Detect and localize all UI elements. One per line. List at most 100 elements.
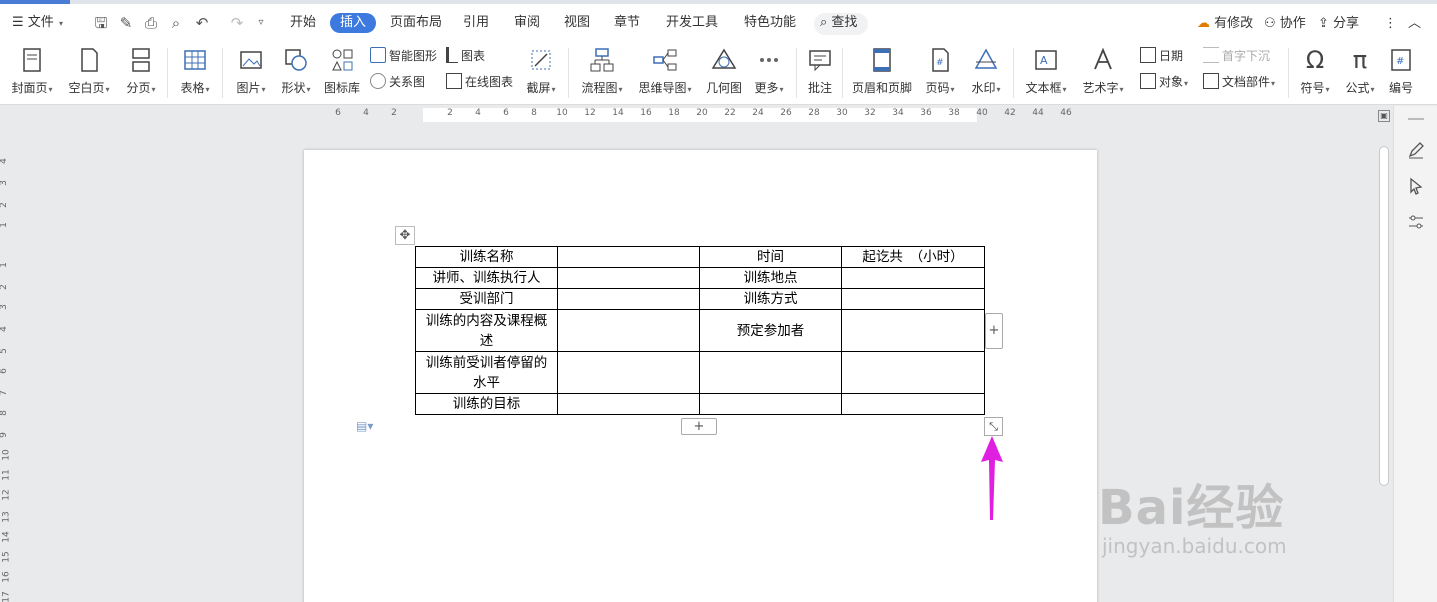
tab-page-layout[interactable]: 页面布局 [390, 13, 442, 33]
more-options-icon[interactable]: ⋮ [1384, 14, 1397, 34]
format-painter-icon[interactable]: ✎ [117, 14, 135, 32]
horizontal-ruler[interactable]: 6 4 2 2 4 6 8 10 12 14 16 18 20 22 24 26… [320, 106, 1100, 122]
table-cell[interactable]: 训练的内容及课程概述 [415, 309, 558, 352]
cover-page-button[interactable]: 封面页▾ [8, 44, 56, 102]
table-cell[interactable]: 训练地点 [699, 267, 842, 289]
table-row: 训练名称 时间 起讫共 （小时） [415, 246, 985, 268]
date-button[interactable]: 日期 [1140, 46, 1183, 66]
comment-button[interactable]: 批注 [804, 44, 836, 102]
more-button[interactable]: 更多▾ [750, 44, 788, 102]
tab-insert[interactable]: 插入 [330, 13, 377, 33]
table-cell[interactable]: 训练方式 [699, 288, 842, 310]
pi-icon: π [1352, 46, 1368, 74]
tab-view[interactable]: 视图 [564, 13, 590, 33]
table-cell[interactable]: 训练前受训者停留的水平 [415, 351, 558, 394]
modified-button[interactable]: ☁ 有修改 [1197, 14, 1253, 34]
object-button[interactable]: 对象▾ [1140, 72, 1188, 92]
table-cell[interactable]: 训练的目标 [415, 393, 558, 415]
redo-icon[interactable]: ↷ [228, 14, 246, 32]
table-cell[interactable] [841, 351, 985, 394]
textbox-label: 文本框 [1025, 81, 1062, 95]
add-column-button[interactable]: + [985, 313, 1003, 349]
tab-section[interactable]: 章节 [614, 13, 640, 33]
picture-button[interactable]: 图片▾ [232, 44, 270, 102]
print-icon[interactable]: ⎙ [142, 14, 160, 32]
table-cell[interactable] [557, 393, 700, 415]
screenshot-label: 截屏 [526, 81, 551, 95]
wordart-button[interactable]: 艺术字▾ [1078, 44, 1128, 102]
table-move-handle-icon[interactable]: ✥ [395, 226, 415, 245]
pen-icon[interactable] [1406, 140, 1426, 160]
table-cell[interactable]: 起讫共 （小时） [841, 246, 985, 268]
shape-button[interactable]: 形状▾ [277, 44, 315, 102]
table-cell[interactable] [557, 267, 700, 289]
drop-cap-button[interactable]: 首字下沉 [1203, 46, 1270, 66]
doc-parts-button[interactable]: 文档部件▾ [1203, 72, 1275, 92]
vertical-ruler[interactable]: 4 3 2 1 1 2 3 4 5 6 7 8 9 10 11 12 13 14… [0, 112, 12, 602]
numbering-button[interactable]: # 编号 [1385, 44, 1417, 102]
file-menu-label: 文件 [27, 15, 54, 30]
tab-references[interactable]: 引用 [463, 13, 489, 33]
flowchart-button[interactable]: 流程图▾ [578, 44, 626, 102]
doc-parts-icon [1203, 73, 1219, 89]
watermark-button[interactable]: 水印▾ [966, 44, 1006, 102]
collapse-ribbon-icon[interactable]: ︿ [1408, 14, 1421, 34]
ruler-toggle-icon[interactable]: ▣ [1378, 110, 1390, 122]
table-cell[interactable] [557, 309, 700, 352]
collaborate-button[interactable]: ⚇ 协作 [1264, 14, 1306, 34]
table-cell[interactable] [699, 351, 842, 394]
header-footer-button[interactable]: 页眉和页脚 [851, 44, 913, 102]
ruler-tick: 20 [696, 108, 708, 118]
icon-library-button[interactable]: 图标库 [322, 44, 362, 102]
page-number-button[interactable]: # 页码▾ [920, 44, 960, 102]
relation-chart-button[interactable]: 关系图 [370, 72, 425, 92]
page-break-button[interactable]: 分页▾ [122, 44, 160, 102]
cursor-icon[interactable] [1406, 176, 1426, 196]
undo-icon[interactable]: ↶ [193, 14, 211, 32]
vertical-scrollbar[interactable] [1376, 106, 1392, 602]
wordart-icon [1094, 47, 1112, 70]
table-cell[interactable] [841, 288, 985, 310]
tab-developer[interactable]: 开发工具 [666, 13, 718, 33]
table-button[interactable]: 表格▾ [176, 44, 214, 102]
table-cell[interactable] [841, 267, 985, 289]
share-button[interactable]: ⇪ 分享 [1318, 14, 1359, 34]
mindmap-button[interactable]: 思维导图▾ [635, 44, 695, 102]
table-cell[interactable] [841, 309, 985, 352]
formula-button[interactable]: π 公式▾ [1341, 44, 1379, 102]
svg-text:#: # [1396, 56, 1404, 67]
online-chart-button[interactable]: 在线图表 [446, 72, 513, 92]
geometry-button[interactable]: 几何图 [704, 44, 744, 102]
paste-options-icon[interactable]: ▤▾ [356, 419, 384, 435]
side-pane-collapse-icon[interactable] [1408, 118, 1424, 120]
table-cell[interactable]: 讲师、训练执行人 [415, 267, 558, 289]
table-cell[interactable]: 受训部门 [415, 288, 558, 310]
smart-shape-button[interactable]: 智能图形 [370, 46, 437, 66]
settings-sliders-icon[interactable] [1406, 212, 1426, 232]
save-icon[interactable]: 🖫 [92, 14, 110, 32]
symbol-button[interactable]: Ω 符号▾ [1296, 44, 1334, 102]
textbox-button[interactable]: A 文本框▾ [1021, 44, 1071, 102]
table-cell[interactable] [557, 288, 700, 310]
ruler-tick: 18 [668, 108, 680, 118]
add-row-button[interactable]: + [681, 418, 717, 435]
chart-button[interactable]: 图表 [446, 46, 485, 66]
search-button[interactable]: ⌕ 查找 [820, 13, 857, 33]
print-preview-icon[interactable]: ⌕ [167, 14, 185, 32]
table-cell[interactable]: 训练名称 [415, 246, 558, 268]
table-cell[interactable] [699, 393, 842, 415]
screenshot-button[interactable]: 截屏▾ [522, 44, 560, 102]
tab-special[interactable]: 特色功能 [744, 13, 796, 33]
table-cell[interactable]: 时间 [699, 246, 842, 268]
table-cell[interactable] [557, 246, 700, 268]
training-table[interactable]: 训练名称 时间 起讫共 （小时） 讲师、训练执行人 训练地点 受训部门 训练方式… [415, 246, 985, 415]
scrollbar-thumb[interactable] [1379, 146, 1389, 486]
table-cell[interactable] [841, 393, 985, 415]
file-menu[interactable]: ☰ 文件 ▾ [12, 13, 63, 33]
table-cell[interactable]: 预定参加者 [699, 309, 842, 352]
table-cell[interactable] [557, 351, 700, 394]
tab-start[interactable]: 开始 [290, 13, 316, 33]
quick-access-dropdown-icon[interactable]: ▿ [252, 14, 270, 32]
blank-page-button[interactable]: 空白页▾ [65, 44, 113, 102]
tab-review[interactable]: 审阅 [514, 13, 540, 33]
